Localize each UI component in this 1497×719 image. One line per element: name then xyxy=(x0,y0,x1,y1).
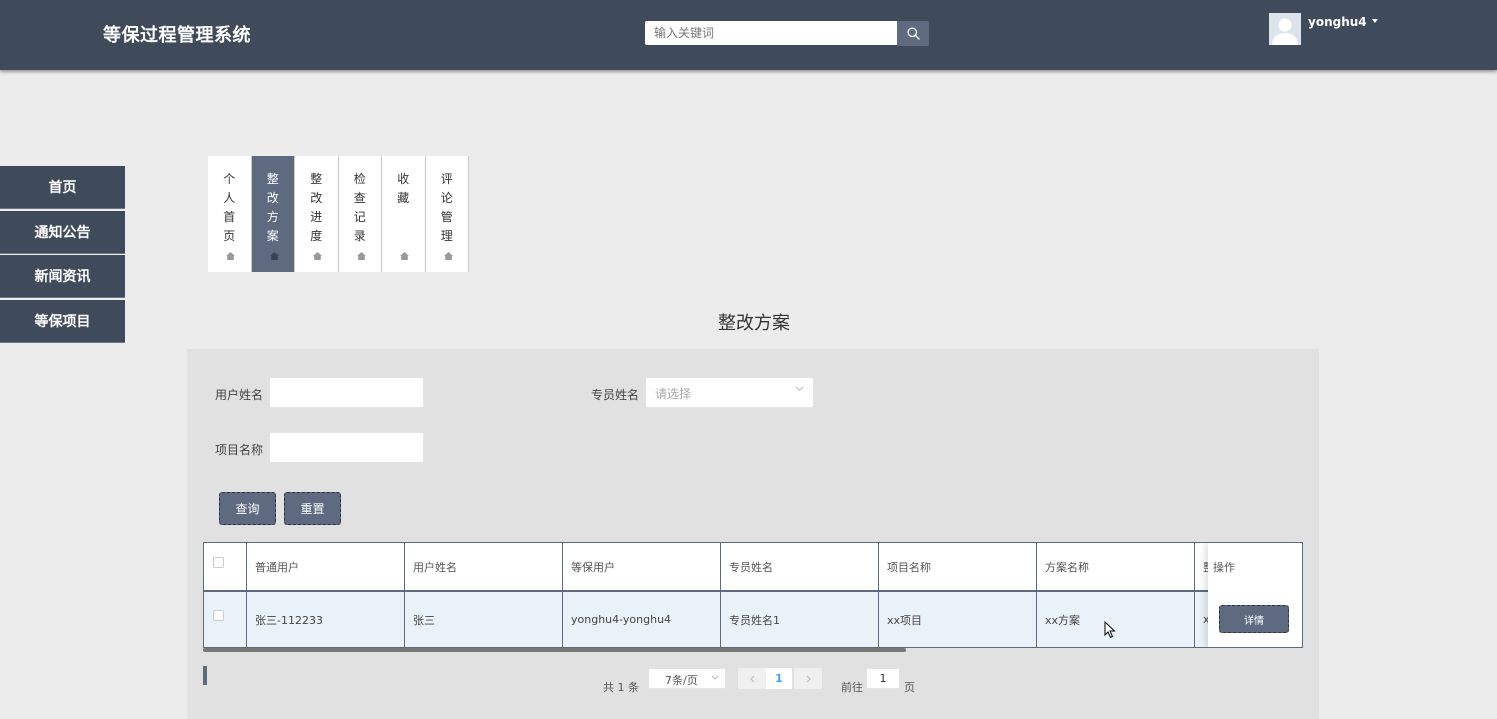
tab-personal-home[interactable]: 个 人 首 页 xyxy=(208,156,252,272)
pagination-left-marker xyxy=(203,666,207,685)
user-menu-caret-icon[interactable] xyxy=(1372,19,1378,23)
header-checkbox-cell xyxy=(204,543,247,590)
tab-label: 个 人 首 页 xyxy=(223,172,236,243)
column-header[interactable]: 项目名称 xyxy=(879,543,1037,590)
column-header[interactable]: 等保用户 xyxy=(563,543,721,590)
tab-comment-management[interactable]: 评 论 管 理 xyxy=(425,156,469,272)
plans-table: 普通用户 用户姓名 等保用户 专员姓名 项目名称 方案名称 整 张三-11223… xyxy=(203,542,1303,648)
page-suffix-label: 页 xyxy=(904,681,915,694)
goto-label: 前往 xyxy=(841,681,863,694)
table-cell: yonghu4-yonghu4 xyxy=(563,592,721,647)
specialist-name-select[interactable]: 请选择 xyxy=(645,377,814,408)
pagination-total: 共 1 条 xyxy=(603,681,639,694)
table-cell: 专员姓名1 xyxy=(721,592,879,647)
tab-favorites[interactable]: 收 藏 xyxy=(382,156,426,272)
fixed-operation-column: 操作 详情 xyxy=(1208,543,1302,647)
home-icon xyxy=(356,252,366,260)
home-icon xyxy=(226,252,235,260)
specialist-select-placeholder: 请选择 xyxy=(655,387,692,401)
top-header: 等保过程管理系统 yonghu4 xyxy=(0,0,1497,70)
page-size-select[interactable]: 7条/页 xyxy=(648,668,726,689)
tab-label: 评 论 管 理 xyxy=(440,172,453,243)
chevron-down-icon xyxy=(711,675,719,680)
tab-label: 整 改 方 案 xyxy=(266,172,279,243)
row-checkbox[interactable] xyxy=(213,610,224,621)
content-panel: 用户姓名 专员姓名 请选择 项目名称 查询 重置 普通用户 用户姓名 等保用户 … xyxy=(187,349,1319,719)
table-cell: xx项目 xyxy=(879,592,1037,647)
select-all-checkbox[interactable] xyxy=(213,557,224,568)
column-header[interactable]: 用户姓名 xyxy=(405,543,563,590)
sidebar-item-home[interactable]: 首页 xyxy=(0,166,125,209)
sidebar-item-news[interactable]: 新闻资讯 xyxy=(0,255,125,298)
row-checkbox-cell xyxy=(204,592,247,647)
sidebar-item-notices[interactable]: 通知公告 xyxy=(0,210,125,254)
project-name-input[interactable] xyxy=(269,432,424,463)
search-icon xyxy=(906,27,920,40)
search-input[interactable] xyxy=(645,21,897,45)
tab-label: 收 藏 xyxy=(397,172,410,205)
table-cell: xx方案 xyxy=(1037,592,1195,647)
username[interactable]: yonghu4 xyxy=(1308,15,1367,29)
home-icon xyxy=(269,252,279,260)
home-icon xyxy=(400,252,409,260)
tab-rectification-plan[interactable]: 整 改 方 案 xyxy=(251,156,295,272)
prev-page-button[interactable] xyxy=(738,668,766,689)
search-button[interactable] xyxy=(897,21,929,46)
query-button[interactable]: 查询 xyxy=(219,492,276,525)
home-icon xyxy=(443,252,453,260)
sidebar-item-projects[interactable]: 等保项目 xyxy=(0,299,125,343)
column-header-operation: 操作 xyxy=(1213,560,1235,574)
column-header[interactable]: 方案名称 xyxy=(1037,543,1195,590)
tab-inspection-records[interactable]: 检 查 记 录 xyxy=(338,156,382,272)
app-title: 等保过程管理系统 xyxy=(103,25,251,46)
column-header[interactable]: 普通用户 xyxy=(247,543,405,590)
mouse-cursor-icon xyxy=(1104,621,1116,639)
chevron-right-icon xyxy=(806,675,811,682)
tab-rectification-progress[interactable]: 整 改 进 度 xyxy=(295,156,339,272)
page-size-value: 7条/页 xyxy=(665,674,698,687)
user-avatar[interactable] xyxy=(1269,13,1301,45)
reset-button[interactable]: 重置 xyxy=(284,492,341,525)
home-icon xyxy=(313,252,322,260)
tab-label: 整 改 进 度 xyxy=(310,172,323,243)
table-horizontal-scrollbar[interactable] xyxy=(203,648,906,652)
detail-button[interactable]: 详情 xyxy=(1219,605,1289,633)
page-title: 整改方案 xyxy=(718,313,790,334)
table-cell: 张三-112233 xyxy=(247,592,405,647)
sidebar-nav: 首页 通知公告 新闻资讯 等保项目 xyxy=(0,166,125,344)
chevron-left-icon xyxy=(749,675,754,682)
column-header[interactable]: 专员姓名 xyxy=(721,543,879,590)
goto-page-input[interactable]: 1 xyxy=(866,668,900,689)
center-tabs: 个 人 首 页 整 改 方 案 整 改 进 度 检 查 记 录 收 藏 评 论 … xyxy=(208,156,469,272)
tab-label: 检 查 记 录 xyxy=(353,172,366,243)
user-name-input[interactable] xyxy=(269,377,424,408)
chevron-down-icon xyxy=(795,386,804,392)
user-name-label: 用户姓名 xyxy=(215,388,264,402)
project-name-label: 项目名称 xyxy=(215,443,264,457)
user-avatar-icon xyxy=(1269,13,1301,45)
next-page-button[interactable] xyxy=(794,668,822,689)
page-number-current[interactable]: 1 xyxy=(766,668,792,689)
specialist-name-label: 专员姓名 xyxy=(591,388,640,402)
table-cell: 张三 xyxy=(405,592,563,647)
